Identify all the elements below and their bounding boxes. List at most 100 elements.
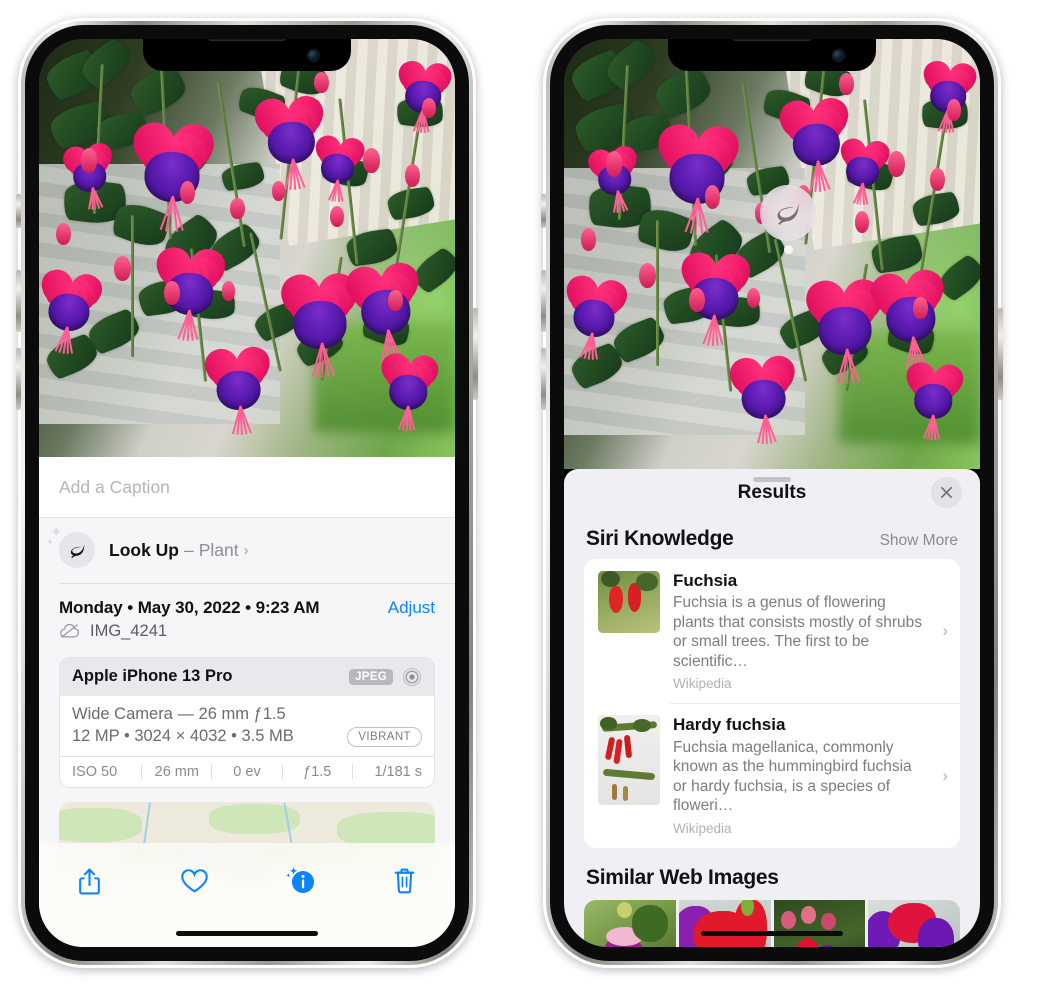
flower-bud xyxy=(80,147,98,173)
front-camera xyxy=(833,50,844,61)
chevron-right-icon: › xyxy=(942,621,948,641)
web-image-1[interactable] xyxy=(584,899,676,947)
photo-viewer[interactable] xyxy=(564,39,980,469)
flower-stamens xyxy=(836,349,860,384)
look-up-dash: – xyxy=(184,539,194,560)
flower-stamens xyxy=(923,414,941,441)
caption-field[interactable]: Add a Caption xyxy=(39,457,455,518)
side-power-button[interactable] xyxy=(473,308,478,400)
result-title: Hardy fuchsia xyxy=(673,715,786,735)
fuchsia-flower xyxy=(200,338,275,435)
results-header: Results xyxy=(564,469,980,517)
flower-bud xyxy=(230,197,245,219)
earpiece-speaker xyxy=(207,39,287,41)
fuchsia-flower xyxy=(677,244,757,347)
camera-metadata-header: Apple iPhone 13 Pro JPEG xyxy=(60,657,434,696)
photo-viewer[interactable] xyxy=(39,39,455,457)
badge-pointer-dot xyxy=(784,245,793,254)
leaf-icon xyxy=(70,543,84,558)
list-item[interactable]: Hardy fuchsia Fuchsia magellanica, commo… xyxy=(584,703,960,847)
flower-stamens xyxy=(311,342,335,378)
exif-aperture: ƒ1.5 xyxy=(303,763,332,780)
info-sparkle-icon xyxy=(285,867,314,893)
flower-bud xyxy=(163,281,180,305)
flower-stamens xyxy=(178,309,199,341)
delete-button[interactable] xyxy=(385,861,425,901)
exif-iso: ISO 50 xyxy=(72,763,118,780)
exif-shutter: 1/181 s xyxy=(374,763,423,780)
close-button[interactable] xyxy=(931,477,962,508)
web-image-3[interactable] xyxy=(773,899,866,947)
favorite-button[interactable] xyxy=(174,861,214,901)
earpiece-speaker xyxy=(732,39,812,41)
exif-ev: 0 ev xyxy=(233,763,261,780)
photo-info-sheet: Add a Caption ✦ ✦ Look Up – Plant › Mond… xyxy=(39,457,455,947)
right-screen: Results Siri Knowledge Show More Fuchsia… xyxy=(564,39,980,947)
flower-bud xyxy=(946,99,961,121)
result-text: Fuchsia Fuchsia is a genus of flowering … xyxy=(673,571,925,691)
stem xyxy=(655,219,659,366)
show-more-button[interactable]: Show More xyxy=(880,532,958,550)
fuchsia-flower xyxy=(564,267,633,360)
fuchsia-flower xyxy=(126,113,220,233)
photo-date: Monday • May 30, 2022 • 9:23 AM xyxy=(59,597,320,617)
lens-info: Wide Camera — 26 mm ƒ1.5 xyxy=(72,704,286,723)
silence-switch[interactable] xyxy=(541,194,546,228)
volume-down-button[interactable] xyxy=(541,348,546,410)
exif-row: ISO 50 26 mm 0 ev ƒ1.5 1/181 s xyxy=(60,755,434,787)
flower-bud xyxy=(421,97,436,119)
silence-switch[interactable] xyxy=(16,194,21,228)
info-button[interactable] xyxy=(280,861,320,901)
photo-toolbar xyxy=(39,843,455,947)
photographic-style-badge: VIBRANT xyxy=(347,726,422,747)
leaf-icon xyxy=(777,203,799,225)
similar-web-images-row[interactable] xyxy=(584,899,960,947)
flower-stamens xyxy=(398,405,416,432)
left-screen: Add a Caption ✦ ✦ Look Up – Plant › Mond… xyxy=(39,39,455,947)
adjust-button[interactable]: Adjust xyxy=(388,598,435,618)
flower-bud xyxy=(222,281,236,301)
sparkle-small-icon: ✦ xyxy=(46,537,54,547)
look-up-badge: ✦ ✦ xyxy=(46,525,95,568)
flower-bud xyxy=(405,164,421,187)
siri-knowledge-card: Fuchsia Fuchsia is a genus of flowering … xyxy=(584,559,960,848)
left-iphone: Add a Caption ✦ ✦ Look Up – Plant › Mond… xyxy=(16,18,478,968)
notch xyxy=(143,39,351,71)
notch xyxy=(668,39,876,71)
camera-metadata-card[interactable]: Apple iPhone 13 Pro JPEG Wide Camera — 2… xyxy=(59,656,435,788)
flower-bud xyxy=(930,168,946,192)
visual-look-up-badge[interactable] xyxy=(760,185,816,254)
hdr-aperture-icon xyxy=(402,667,422,686)
front-camera xyxy=(308,50,319,61)
volume-up-button[interactable] xyxy=(16,270,21,332)
look-up-row[interactable]: ✦ ✦ Look Up – Plant › xyxy=(39,518,455,583)
camera-metadata-body: Wide Camera — 26 mm ƒ1.5 12 MP • 3024 × … xyxy=(60,696,434,756)
home-indicator[interactable] xyxy=(701,931,843,936)
web-image-4[interactable] xyxy=(868,899,960,947)
format-badge: JPEG xyxy=(349,668,393,685)
heart-icon xyxy=(181,869,208,893)
result-thumbnail xyxy=(598,571,660,633)
flower-bud xyxy=(838,73,854,95)
result-text: Hardy fuchsia Fuchsia magellanica, commo… xyxy=(673,715,925,835)
list-item[interactable]: Fuchsia Fuchsia is a genus of flowering … xyxy=(584,559,960,703)
fuchsia-flower xyxy=(311,129,368,203)
image-size-info: 12 MP • 3024 × 4032 • 3.5 MB xyxy=(72,727,294,745)
flower-bud xyxy=(688,288,705,313)
screenshot-canvas: Add a Caption ✦ ✦ Look Up – Plant › Mond… xyxy=(0,0,1055,985)
fuchsia-flower xyxy=(836,131,893,205)
share-button[interactable] xyxy=(69,861,109,901)
stem xyxy=(130,214,134,357)
fuchsia-flower xyxy=(378,346,443,432)
look-up-label-group: Look Up – Plant › xyxy=(109,540,249,561)
fuchsia-flower xyxy=(903,355,968,441)
flower-bud xyxy=(580,228,596,251)
result-title: Fuchsia xyxy=(673,571,738,590)
volume-down-button[interactable] xyxy=(16,348,21,410)
web-image-2[interactable] xyxy=(678,899,771,947)
home-indicator[interactable] xyxy=(176,931,318,936)
fuchsia-flower xyxy=(39,261,108,354)
volume-up-button[interactable] xyxy=(541,270,546,332)
side-power-button[interactable] xyxy=(998,308,1003,400)
device-model: Apple iPhone 13 Pro xyxy=(72,667,233,685)
